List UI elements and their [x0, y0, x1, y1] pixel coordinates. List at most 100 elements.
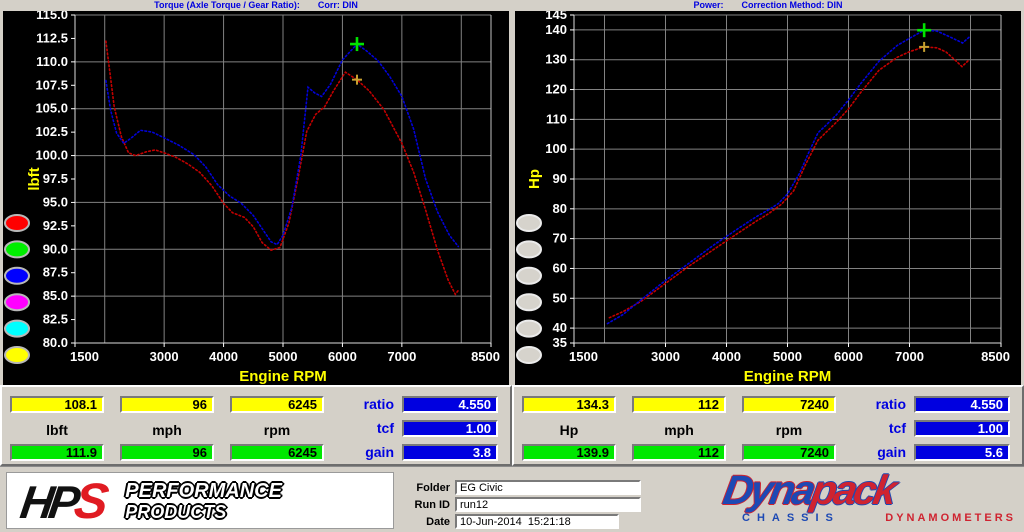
torque-ytick-label: 97.5 — [43, 171, 68, 186]
torque-ytick-label: 92.5 — [43, 218, 68, 233]
run-color-button-magenta[interactable] — [4, 293, 30, 312]
power-readout-panel: 134.3 112 7240 Hp mph rpm 139.9 112 7240… — [512, 385, 1024, 466]
power-ytick-label: 35 — [553, 335, 567, 350]
folder-label: Folder — [416, 481, 450, 494]
torque-ytick-label: 110.0 — [36, 54, 68, 69]
run-button-4[interactable] — [516, 293, 542, 312]
run-id-label: Run ID — [414, 498, 450, 511]
speed-reference-value: 96 — [120, 396, 214, 413]
power-ytick-label: 110 — [546, 111, 567, 126]
dynapack-chassis-label: CHASSIS — [742, 512, 840, 524]
power-xtick-label: 5000 — [773, 349, 802, 364]
torque-xtick-label: 1500 — [70, 349, 99, 364]
run-button-5[interactable] — [516, 319, 542, 338]
torque-unit-label: lbft — [46, 422, 68, 438]
power-ytick-label: 70 — [553, 231, 567, 246]
rpm-unit-label: rpm — [263, 422, 291, 438]
dynapack-dynamometers-label: DYNAMOMETERS — [885, 512, 1016, 524]
torque-ytick-label: 82.5 — [43, 312, 68, 327]
run-button-2[interactable] — [516, 240, 542, 259]
power-chart-panel: Power: Correction Method: DIN 145 140 130 1… — [512, 0, 1024, 385]
hps-logo-letters: HPS — [17, 472, 107, 530]
power-ytick-label: 80 — [553, 201, 567, 216]
power-current-value: 139.9 — [522, 444, 616, 461]
torque-xtick-label: 8500 — [471, 349, 500, 364]
hps-word-performance: PERFORMANCE — [125, 479, 282, 502]
run-info-fields: Folder Run ID Date — [402, 480, 641, 531]
ratio-value: 4.550 — [402, 396, 498, 413]
power-reference-value: 134.3 — [522, 396, 616, 413]
gain-value: 5.6 — [914, 444, 1010, 461]
power-plot: 145140 130 120 110 100 90 80 70 60 50 40351500 3000… — [515, 11, 1021, 385]
power-ytick-label: 50 — [553, 290, 567, 305]
torque-x-axis-title: Engine RPM — [239, 368, 327, 385]
folder-input[interactable] — [455, 480, 641, 495]
hps-hp-text: HP — [17, 475, 79, 528]
power-xtick-label: 7000 — [895, 349, 924, 364]
torque-correction-label: Corr: DIN — [317, 0, 358, 10]
ratio-label: ratio — [363, 396, 394, 412]
torque-ytick-label: 87.5 — [43, 265, 68, 280]
run-color-button-cyan[interactable] — [4, 319, 30, 338]
run-button-6[interactable] — [516, 346, 542, 364]
rpm-reference-value: 6245 — [230, 396, 324, 413]
torque-xtick-label: 5000 — [269, 349, 298, 364]
torque-chart-canvas: 115.0 112.5 110.0 107.5 105.0 102.5 100.0 97.5 9… — [0, 11, 512, 385]
power-chart-canvas: 145 140 130 120 110 100 90 80 70 60 50 40 35 1500 3000… — [512, 11, 1024, 385]
rpm-reference-value: 7240 — [742, 396, 836, 413]
torque-xtick-label: 3000 — [150, 349, 179, 364]
date-input[interactable] — [455, 514, 619, 529]
run-color-button-blue[interactable] — [4, 266, 30, 285]
power-xtick-label: 4000 — [712, 349, 741, 364]
torque-xtick-label: 7000 — [387, 349, 416, 364]
torque-ytick-label: 100.0 — [35, 148, 68, 163]
torque-ytick-label: 85.0 — [43, 288, 68, 303]
rpm-current-value: 7240 — [742, 444, 836, 461]
torque-chart-title: Torque (Axle Torque / Gear Ratio): — [154, 0, 300, 10]
chart-row: Torque (Axle Torque / Gear Ratio): Corr:… — [0, 0, 1024, 385]
gain-value: 3.8 — [402, 444, 498, 461]
torque-readout-panel: 108.1 96 6245 lbft mph rpm 111.9 96 6245… — [0, 385, 512, 466]
torque-reference-value: 108.1 — [10, 396, 104, 413]
run-color-button-yellow[interactable] — [4, 346, 30, 364]
power-xtick-label: 3000 — [651, 349, 680, 364]
torque-ytick-label: 107.5 — [35, 77, 68, 92]
tcf-label: tcf — [888, 420, 906, 436]
torque-ytick-label: 95.0 — [43, 194, 68, 209]
power-ytick-label: 60 — [553, 260, 567, 275]
power-ytick-label: 140 — [545, 22, 567, 37]
torque-ytick-label: 90.0 — [43, 241, 68, 256]
dynapack-sub-text: CHASSIS DYNAMOMETERS — [724, 512, 1020, 524]
date-field-row: Date — [402, 514, 641, 529]
torque-ytick-label: 115.0 — [36, 11, 68, 22]
run-id-input[interactable] — [455, 497, 641, 512]
run-color-button-green[interactable] — [4, 240, 30, 259]
run-color-button-red[interactable] — [4, 214, 30, 232]
hps-word-products: PRODUCTS — [125, 501, 227, 522]
folder-field-row: Folder — [402, 480, 641, 495]
power-xtick-label: 8500 — [981, 349, 1010, 364]
torque-plot: 115.0 112.5 110.0 107.5 105.0 102.5 100.0 97.5 9… — [3, 11, 509, 385]
rpm-unit-label: rpm — [775, 422, 803, 438]
date-label: Date — [426, 515, 450, 528]
power-ytick-label: 120 — [545, 82, 567, 97]
power-x-axis-title: Engine RPM — [744, 368, 832, 385]
dynapack-dyna-text: Dyna — [719, 467, 817, 513]
gain-label: gain — [877, 444, 906, 460]
speed-current-value: 96 — [120, 444, 214, 461]
power-correction-label: Correction Method: DIN — [741, 0, 843, 10]
gain-label: gain — [365, 444, 394, 460]
run-button-3[interactable] — [516, 266, 542, 285]
run-id-field-row: Run ID — [402, 497, 641, 512]
tcf-label: tcf — [376, 420, 394, 436]
torque-current-value: 111.9 — [10, 444, 104, 461]
speed-current-value: 112 — [632, 444, 726, 461]
torque-xtick-label: 6000 — [328, 349, 357, 364]
run-button-1[interactable] — [516, 214, 542, 232]
power-xtick-label: 1500 — [569, 349, 598, 364]
torque-ytick-label: 80.0 — [43, 335, 68, 350]
readout-row: 108.1 96 6245 lbft mph rpm 111.9 96 6245… — [0, 385, 1024, 466]
torque-ytick-label: 112.5 — [36, 30, 68, 45]
power-ytick-label: 40 — [553, 320, 567, 335]
torque-xtick-label: 4000 — [209, 349, 238, 364]
